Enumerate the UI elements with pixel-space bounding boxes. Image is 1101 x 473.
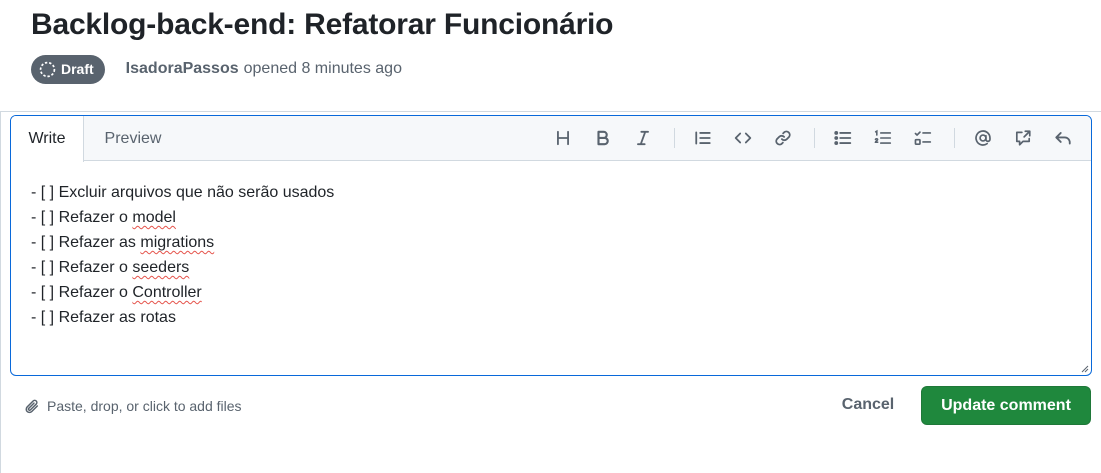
comment-textarea[interactable]: - [ ] Excluir arquivos que não serão usa… [11,162,1091,375]
tab-preview[interactable]: Preview [85,116,181,161]
comment-editor: Write Preview - [] Excluir arquivos que… [10,115,1092,376]
toolbar-divider [954,128,955,148]
draft-label: Draft [61,61,94,77]
italic-icon[interactable] [627,122,659,154]
cancel-button[interactable]: Cancel [834,386,902,424]
markdown-toolbar [541,116,1091,161]
text-line: - [ ] Refazer as migrations [31,234,215,251]
text-line: - [ ] Refazer as rotas [31,309,176,326]
attach-files-label: Paste, drop, or click to add files [47,398,242,414]
quote-icon[interactable] [687,122,719,154]
issue-meta: Draft IsadoraPassos opened 8 minutes ago [31,54,402,84]
heading-icon[interactable] [547,122,579,154]
misspelled-word: migrations [140,234,215,251]
unordered-list-icon[interactable] [827,122,859,154]
bold-icon[interactable] [587,122,619,154]
mention-icon[interactable] [967,122,999,154]
author-link[interactable]: IsadoraPassos [126,60,239,78]
text-line: - [ ] Refazer o model [31,209,176,226]
toolbar-divider [814,128,815,148]
text-line: - [ ] Excluir arquivos que não serão usa… [31,184,335,201]
header-divider [0,111,1101,112]
task-list-icon[interactable] [907,122,939,154]
cross-reference-icon[interactable] [1007,122,1039,154]
text-line: - [ ] Refazer o Controller [31,284,202,301]
toolbar-divider [674,128,675,148]
timeline-rule [0,112,1,473]
update-comment-button[interactable]: Update comment [921,386,1091,425]
link-icon[interactable] [767,122,799,154]
draft-icon [39,61,56,77]
draft-badge: Draft [31,54,105,84]
resize-handle-icon[interactable] [1079,363,1089,373]
misspelled-word: model [132,209,176,226]
code-icon[interactable] [727,122,759,154]
text-line: - [ ] Refazer o seeders [31,259,190,276]
attach-files-button[interactable]: Paste, drop, or click to add files [24,394,242,418]
editor-header: Write Preview [11,116,1091,162]
page-title: Backlog-back-end: Refatorar Funcionário [31,8,614,41]
tab-write[interactable]: Write [11,116,84,162]
paperclip-icon [25,399,39,413]
opened-timestamp: opened 8 minutes ago [243,60,402,77]
misspelled-word: Controller [132,284,202,301]
ordered-list-icon[interactable] [867,122,899,154]
saved-replies-icon[interactable] [1047,122,1079,154]
misspelled-word: seeders [132,259,190,276]
